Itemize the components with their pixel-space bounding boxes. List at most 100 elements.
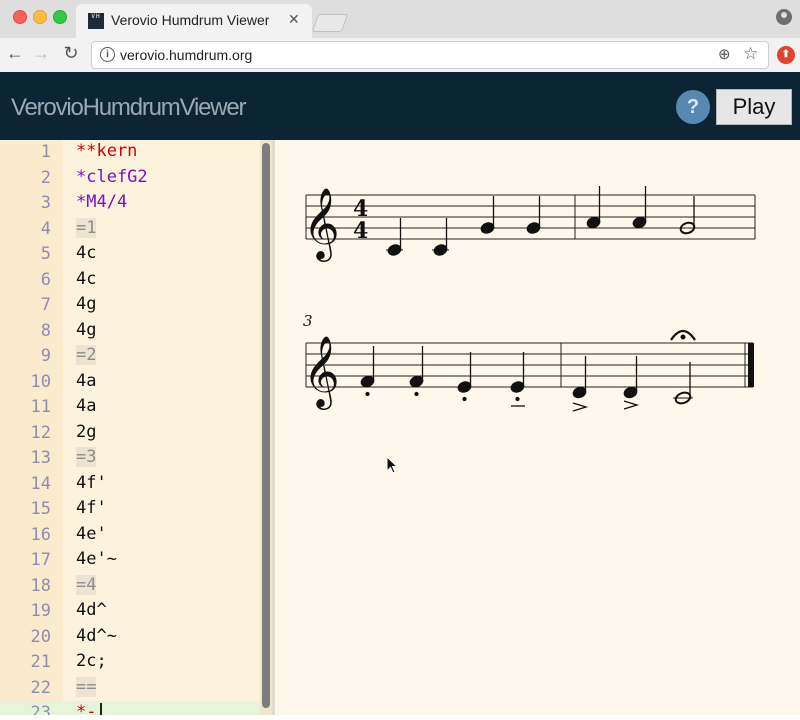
code-text[interactable]: 4c [76,243,96,263]
line-number: 9 [40,346,51,366]
editor-line[interactable]: 20 4d^~ [0,625,272,651]
editor-line[interactable]: 17 4e'~ [0,548,272,574]
code-text[interactable]: 4a [76,396,96,416]
editor-line[interactable]: 21 2c; [0,650,272,676]
editor-line[interactable]: 2 *clefG2 [0,166,272,192]
code-text[interactable]: =1 [76,217,97,238]
help-button[interactable]: ? [676,90,710,124]
editor-line[interactable]: 4 =1 [0,217,272,243]
line-number: 8 [40,320,51,341]
code-text[interactable]: 4f' [76,473,107,493]
new-tab-button[interactable] [311,14,349,32]
line-number: 6 [40,269,51,290]
treble-clef-icon: 𝄞 [303,186,340,262]
editor-line[interactable]: 12 2g [0,421,272,447]
code-text[interactable]: 4e' [76,524,107,544]
account-icon[interactable] [776,9,792,25]
code-text[interactable]: *M4/4 [76,192,127,212]
editor-line[interactable]: 15 4f' [0,497,272,523]
tab-title: Verovio Humdrum Viewer [111,12,270,28]
editor-line[interactable]: 9 =2 [0,344,272,370]
measure-number: 3 [303,312,313,330]
editor-line[interactable]: 6 4c [0,268,272,294]
code-text[interactable]: 4g [76,320,96,340]
mouse-pointer-icon [386,456,399,474]
reload-icon[interactable]: ↻ [60,43,82,64]
treble-clef-icon: 𝄞 [303,334,340,410]
code-text[interactable]: =4 [76,574,97,595]
code-text[interactable]: 4c [76,269,96,289]
editor-line[interactable]: 18 =4 [0,574,272,600]
notes-system-1 [386,186,696,256]
line-number: 20 [30,626,51,647]
extension-icon[interactable]: ⬆ [777,46,795,64]
code-text[interactable]: *clefG2 [76,167,148,187]
editor-line[interactable]: 19 4d^ [0,599,272,625]
line-number: 3 [40,193,51,213]
verovio-favicon-icon: VH [88,13,104,29]
tab-close-icon[interactable]: ✕ [288,11,300,28]
line-number: 21 [30,652,51,672]
editor-line[interactable]: 23 *- [0,701,272,715]
code-text[interactable]: 4a [76,371,96,391]
code-text[interactable]: *- [76,702,96,715]
line-number: 19 [30,601,51,621]
editor-line[interactable]: 3 *M4/4 [0,191,272,217]
code-text[interactable]: =2 [76,345,97,365]
app-header: VerovioHumdrumViewer ? Play [0,72,800,140]
zoom-icon[interactable]: ⊕ [718,45,731,63]
site-info-icon[interactable]: i [100,47,115,62]
maximize-window-button[interactable] [53,10,67,24]
line-number: 5 [40,244,51,264]
final-barline [748,343,754,387]
humdrum-editor[interactable]: 1 **kern 2 *clefG2 3 *M4/4 4 =1 5 4c 6 4c 7 4g 8 4g 9 =2 1… [0,140,272,715]
minimize-window-button[interactable] [33,10,47,24]
editor-line[interactable]: 8 4g [0,319,272,345]
code-text[interactable]: 4d^ [76,600,107,620]
editor-line[interactable]: 16 4e' [0,523,272,549]
code-text[interactable]: 4f' [76,498,107,518]
browser-toolbar: ← → ↻ i verovio.humdrum.org ⊕ ☆ ⬆ [0,38,800,73]
score-svg: 𝄞 4 4 3 𝄞 [303,186,756,412]
line-number: 23 [30,703,51,715]
back-arrow-icon[interactable]: ← [4,43,26,64]
code-text[interactable]: 4d^~ [76,626,117,646]
notation-pane[interactable]: 𝄞 4 4 3 𝄞 [275,140,800,715]
line-number: 13 [30,448,51,468]
line-number: 4 [40,218,51,239]
line-number: 14 [30,473,51,494]
code-text[interactable]: 2g [76,422,96,442]
editor-line[interactable]: 11 4a [0,395,272,421]
app-title: VerovioHumdrumViewer [11,94,247,121]
editor-line[interactable]: 5 4c [0,242,272,268]
address-bar[interactable]: i verovio.humdrum.org ⊕ ☆ [91,41,769,69]
line-number: 7 [40,295,51,315]
time-signature-bottom: 4 [353,218,368,244]
editor-line[interactable]: 10 4a [0,370,272,396]
code-text[interactable]: 4e'~ [76,549,117,569]
code-text[interactable]: **kern [76,141,137,161]
code-text[interactable]: 2c; [76,651,107,671]
forward-arrow-icon[interactable]: → [30,43,52,64]
play-button[interactable]: Play [716,89,792,125]
close-window-button[interactable] [13,10,27,24]
code-text[interactable]: =3 [76,447,97,467]
code-text[interactable]: 4g [76,294,96,314]
editor-line[interactable]: 22 == [0,676,272,702]
line-number: 16 [30,524,51,545]
editor-line[interactable]: 13 =3 [0,446,272,472]
text-cursor [100,703,102,715]
editor-line[interactable]: 1 **kern [0,140,272,166]
line-number: 10 [30,371,51,392]
line-number: 1 [40,142,51,162]
editor-line[interactable]: 7 4g [0,293,272,319]
browser-tab-bar: VH Verovio Humdrum Viewer ✕ [0,0,800,38]
code-text[interactable]: == [76,676,97,697]
editor-line[interactable]: 14 4f' [0,472,272,498]
url-text[interactable]: verovio.humdrum.org [120,47,252,63]
line-number: 12 [30,422,51,443]
line-number: 18 [30,575,51,596]
browser-tab[interactable]: VH Verovio Humdrum Viewer ✕ [76,4,312,38]
editor-scrollbar-thumb[interactable] [262,143,270,708]
bookmark-star-icon[interactable]: ☆ [743,44,758,64]
